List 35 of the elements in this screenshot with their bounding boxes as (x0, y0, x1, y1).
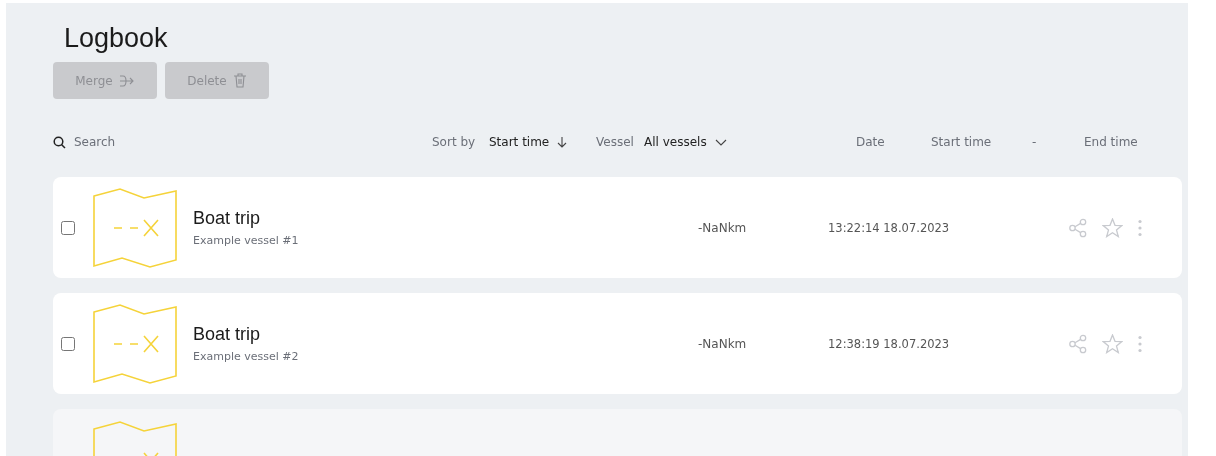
chevron-down-icon (714, 138, 727, 146)
vessel-label: Vessel (596, 135, 635, 149)
star-icon[interactable] (1102, 217, 1123, 238)
search-icon (53, 135, 66, 149)
row-checkbox[interactable] (61, 220, 75, 235)
more-icon[interactable] (1137, 334, 1143, 353)
trash-icon (232, 73, 247, 88)
trip-card[interactable]: Boat trip Example vessel #2 -NaNkm 12:38:19 18.07.2023 (53, 293, 1182, 394)
arrow-down-icon (557, 136, 568, 148)
share-icon[interactable] (1068, 333, 1088, 354)
search-field[interactable]: Search (74, 135, 116, 149)
trip-card[interactable]: Boat trip Example vessel #1 -NaNkm 13:22:14 18.07.2023 (53, 177, 1182, 278)
sort-dropdown[interactable]: Start time (489, 135, 596, 149)
merge-icon (118, 73, 135, 88)
more-icon[interactable] (1137, 218, 1143, 237)
sort-label: Sort by (432, 135, 477, 149)
column-header[interactable]: Date (856, 135, 931, 149)
vessel-name: Example vessel #2 (193, 350, 300, 363)
map-icon (92, 303, 178, 384)
vessel-dropdown[interactable]: All vessels (644, 135, 856, 149)
trip-start-time: 13:22:14 18.07.2023 (828, 220, 951, 235)
share-icon[interactable] (1068, 217, 1088, 238)
map-icon (92, 187, 178, 268)
trip-distance: -NaNkm (698, 336, 748, 351)
page-title: Logbook (63, 22, 169, 55)
column-header[interactable]: End time (1084, 135, 1164, 149)
vessel-name: Example vessel #1 (193, 234, 300, 247)
trip-title: Boat trip (193, 208, 262, 229)
trip-distance: -NaNkm (698, 220, 748, 235)
star-icon[interactable] (1102, 333, 1123, 354)
column-header[interactable]: Start time (931, 135, 1032, 149)
trip-start-time: 12:38:19 18.07.2023 (828, 336, 951, 351)
trip-title: Boat trip (193, 324, 262, 345)
column-header[interactable]: - (1032, 135, 1084, 149)
row-checkbox[interactable] (61, 336, 75, 351)
